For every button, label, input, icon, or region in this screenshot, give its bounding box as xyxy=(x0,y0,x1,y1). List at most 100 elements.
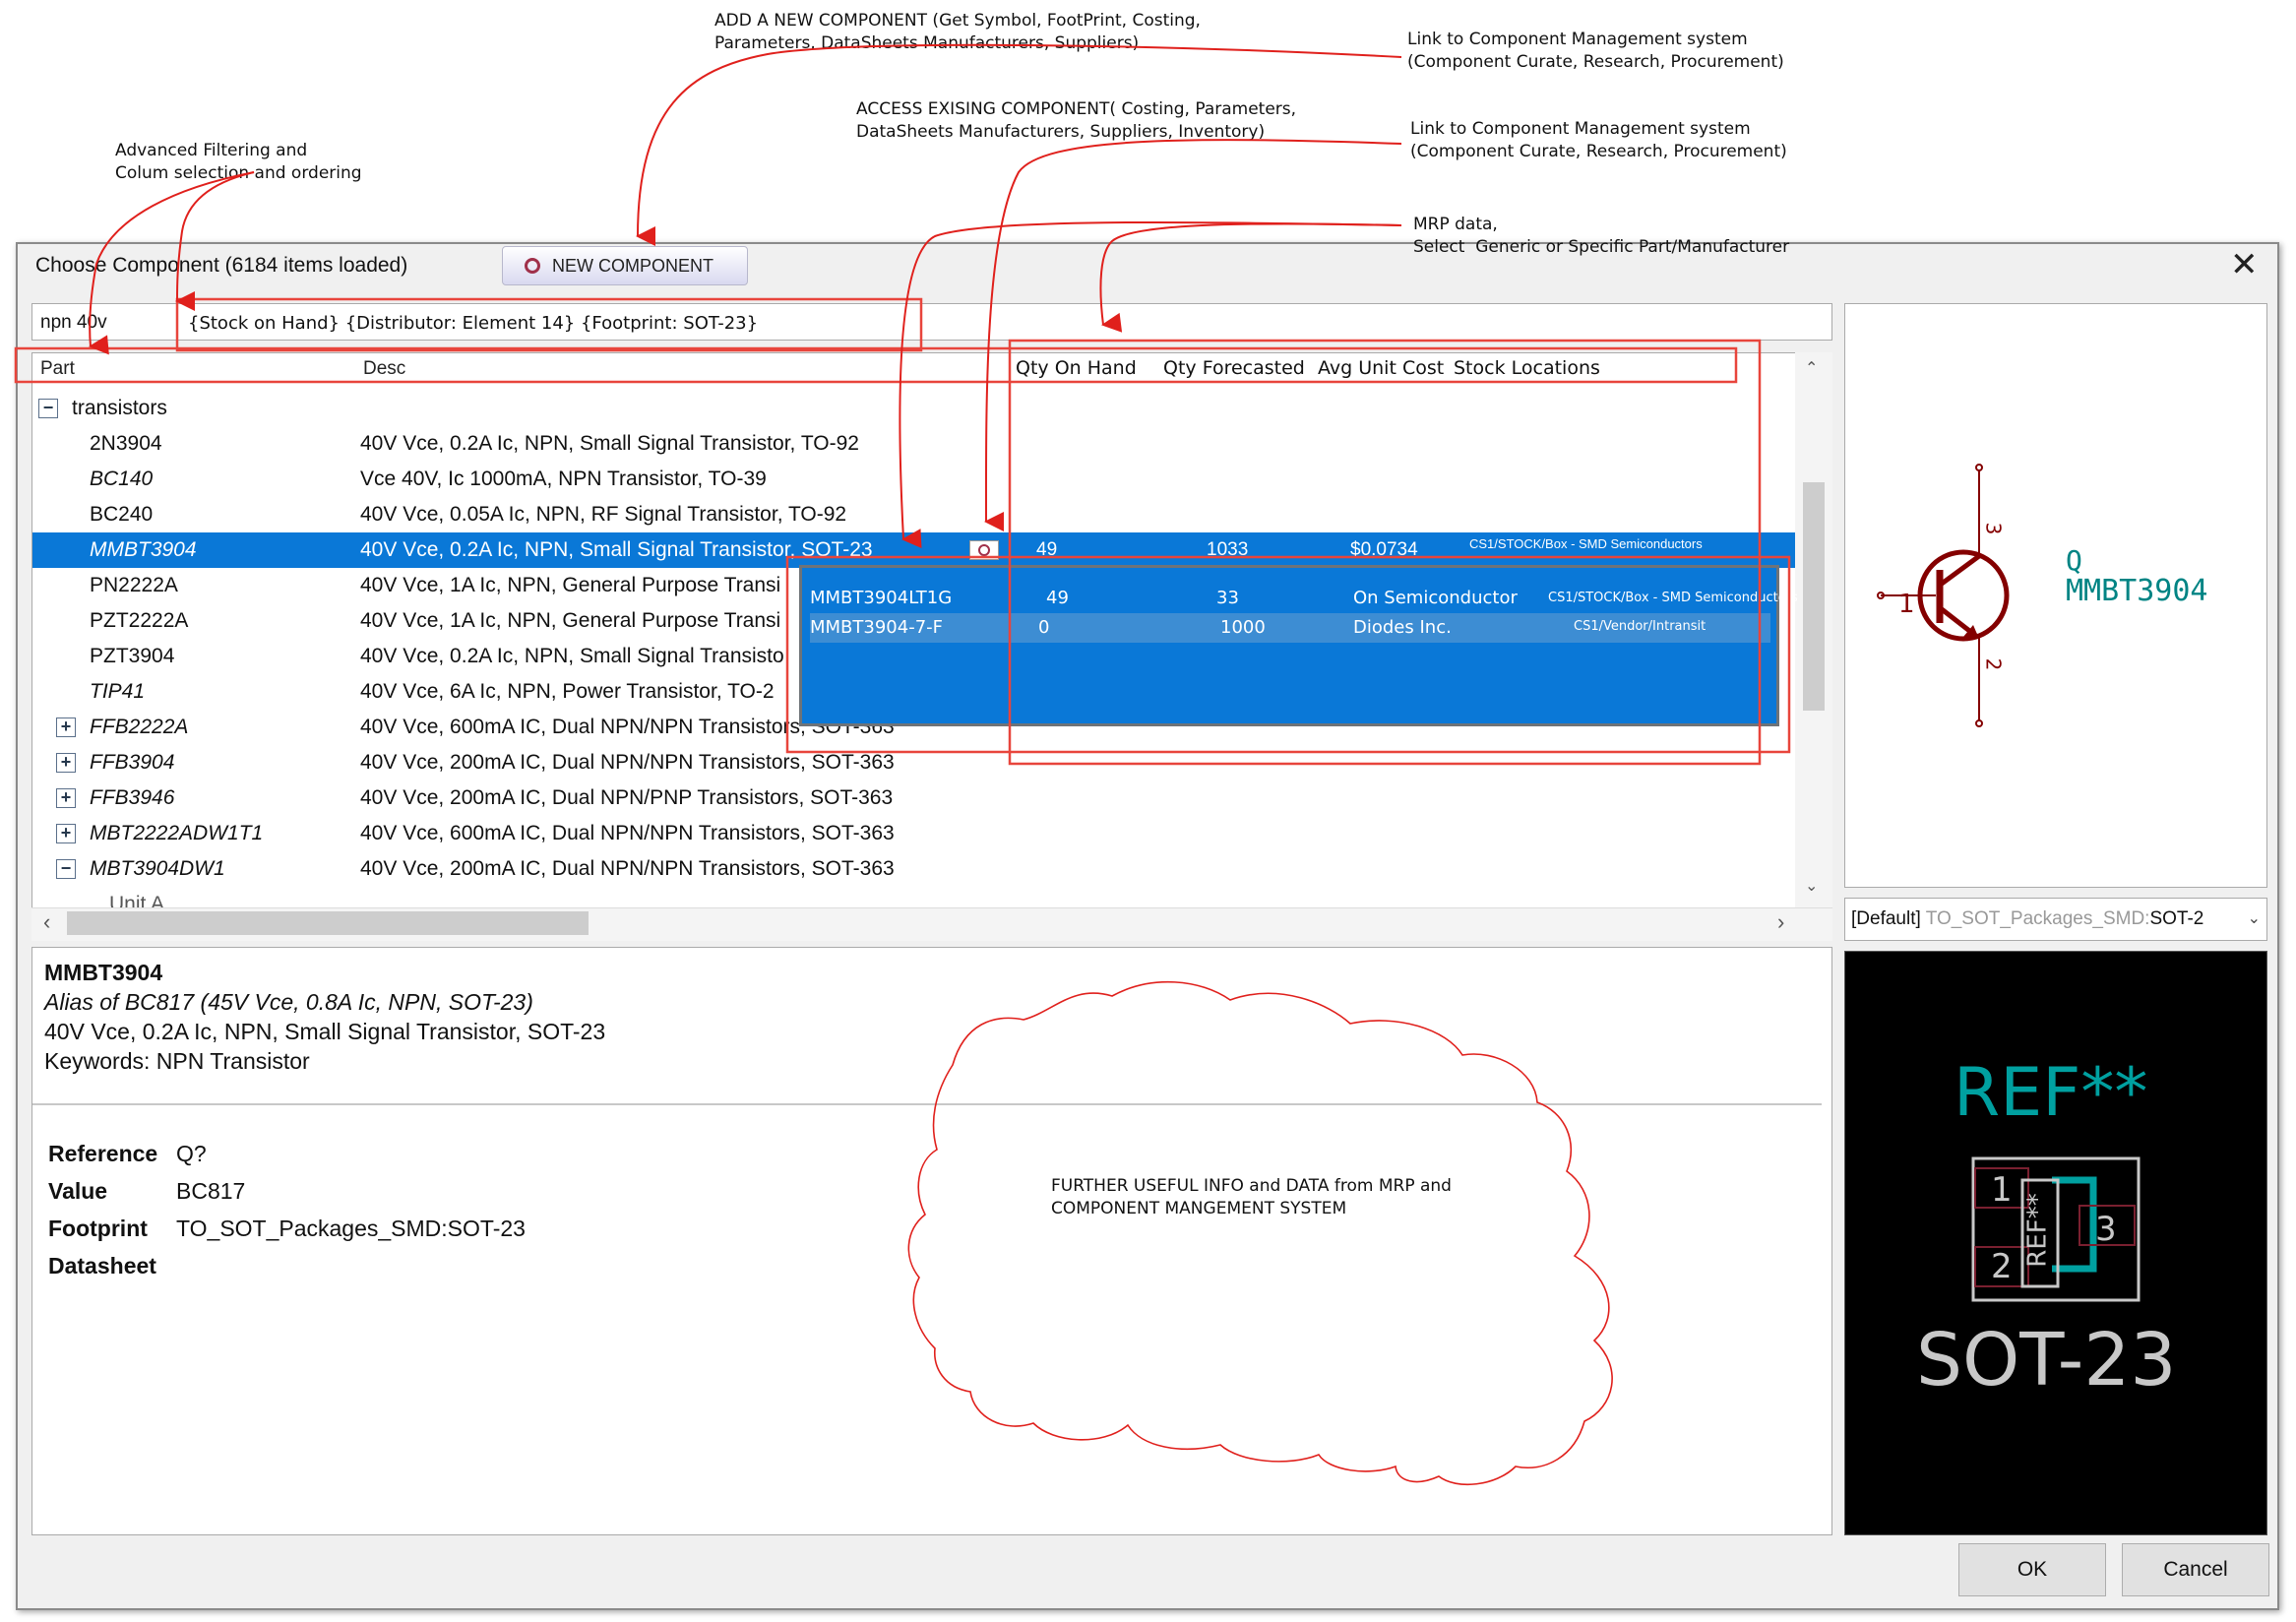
new-component-button[interactable]: NEW COMPONENT xyxy=(502,246,748,285)
part-name: BC140 xyxy=(90,468,154,490)
popup-manufacturer: Diodes Inc. xyxy=(1353,617,1452,638)
footprint-name: SOT-23 xyxy=(1916,1318,2177,1403)
footprint-outline-icon xyxy=(1971,1156,2141,1302)
annotation-link-cms-2: Link to Component Management system (Com… xyxy=(1410,119,1787,161)
pad-1-number: 1 xyxy=(1991,1170,2013,1210)
popup-mpn: MMBT3904LT1G xyxy=(810,588,953,608)
annotation-advanced-filtering: Advanced Filtering and Colum selection a… xyxy=(115,141,362,183)
table-row[interactable]: BC140 Vce 40V, Ic 1000mA, NPN Transistor… xyxy=(32,462,1798,497)
scroll-left-icon[interactable]: ‹ xyxy=(43,909,50,935)
popup-row[interactable]: MMBT3904-7-F 0 1000 Diodes Inc. CS1/Vend… xyxy=(810,613,1770,643)
cloud-annotation-text: FURTHER USEFUL INFO and DATA from MRP an… xyxy=(1051,1176,1452,1218)
scroll-down-icon[interactable]: ⌄ xyxy=(1805,876,1818,896)
chevron-down-icon: ⌄ xyxy=(2247,910,2261,927)
scroll-right-icon[interactable]: › xyxy=(1777,909,1784,935)
table-row[interactable]: + FFB3904 40V Vce, 200mA IC, Dual NPN/NP… xyxy=(32,745,1798,780)
column-header-stock-locations[interactable]: Stock Locations xyxy=(1454,357,1600,379)
reference-label: Reference xyxy=(48,1141,158,1166)
part-name: FFB3946 xyxy=(90,786,175,809)
stock-location: CS1/STOCK/Box - SMD Semiconductors xyxy=(1469,536,1703,551)
part-name: 2N3904 xyxy=(90,432,162,455)
table-row[interactable]: − MBT3904DW1 40V Vce, 200mA IC, Dual NPN… xyxy=(32,851,1798,887)
part-name: BC240 xyxy=(90,503,154,526)
new-component-label: NEW COMPONENT xyxy=(552,255,714,276)
details-alias: Alias of BC817 (45V Vce, 0.8A Ic, NPN, S… xyxy=(44,989,533,1015)
popup-qty: 49 xyxy=(1046,588,1069,608)
table-row-selected[interactable]: MMBT3904 40V Vce, 0.2A Ic, NPN, Small Si… xyxy=(32,532,1798,568)
annotation-access-existing: ACCESS EXISING COMPONENT( Costing, Param… xyxy=(856,99,1297,142)
pin-1-number: 1 xyxy=(1898,590,1915,619)
group-label: transistors xyxy=(72,397,167,419)
circle-icon xyxy=(978,544,990,556)
collapse-icon[interactable]: − xyxy=(56,859,76,879)
expand-icon[interactable]: + xyxy=(56,824,76,843)
part-desc: 40V Vce, 200mA IC, Dual NPN/NPN Transist… xyxy=(360,751,895,774)
horizontal-scroll-thumb[interactable] xyxy=(67,911,589,935)
mrp-popup[interactable]: MMBT3904LT1G 49 33 On Semiconductor CS1/… xyxy=(799,565,1798,726)
details-name: MMBT3904 xyxy=(44,960,163,985)
expand-icon[interactable]: + xyxy=(56,788,76,808)
part-desc: 40V Vce, 0.2A Ic, NPN, Small Signal Tran… xyxy=(360,645,784,667)
expand-icon[interactable]: + xyxy=(56,717,76,737)
value-value: BC817 xyxy=(176,1178,246,1204)
column-header-avg-unit-cost[interactable]: Avg Unit Cost xyxy=(1318,357,1444,379)
footprint-select-lib: TO_SOT_Packages_SMD: xyxy=(1925,908,2150,929)
part-desc: 40V Vce, 1A Ic, NPN, General Purpose Tra… xyxy=(360,574,781,596)
part-desc: 40V Vce, 200mA IC, Dual NPN/PNP Transist… xyxy=(360,786,894,809)
popup-forecast: 1000 xyxy=(1220,617,1266,638)
part-desc: 40V Vce, 600mA IC, Dual NPN/NPN Transist… xyxy=(360,822,895,844)
part-name: PZT3904 xyxy=(90,645,175,667)
collapse-icon[interactable]: − xyxy=(38,399,58,418)
table-row[interactable]: + FFB3946 40V Vce, 200mA IC, Dual NPN/PN… xyxy=(32,780,1798,816)
part-name: PZT2222A xyxy=(90,609,189,632)
scroll-up-icon[interactable]: ⌃ xyxy=(1805,358,1818,378)
footprint-value: TO_SOT_Packages_SMD:SOT-23 xyxy=(176,1216,526,1241)
search-value: npn 40v xyxy=(40,312,107,333)
table-row[interactable]: 2N3904 40V Vce, 0.2A Ic, NPN, Small Sign… xyxy=(32,426,1798,462)
details-description: 40V Vce, 0.2A Ic, NPN, Small Signal Tran… xyxy=(44,1019,606,1044)
part-name: MMBT3904 xyxy=(90,538,197,561)
symbol-preview: 1 3 2 Q MMBT3904 xyxy=(1844,303,2267,888)
popup-forecast: 33 xyxy=(1216,588,1239,608)
column-header-qty-forecasted[interactable]: Qty Forecasted xyxy=(1163,357,1305,379)
footprint-select[interactable]: [Default] TO_SOT_Packages_SMD:SOT-2 ⌄ xyxy=(1844,898,2267,941)
search-input[interactable]: npn 40v {Stock on Hand} {Distributor: El… xyxy=(31,303,1832,341)
part-name: FFB3904 xyxy=(90,751,175,774)
part-name: FFB2222A xyxy=(90,716,189,738)
details-panel: MMBT3904 Alias of BC817 (45V Vce, 0.8A I… xyxy=(31,947,1832,1535)
footprint-preview: REF** 1 2 3 REF** SOT-23 xyxy=(1844,951,2267,1535)
popup-mpn: MMBT3904-7-F xyxy=(810,617,944,638)
popup-row[interactable]: MMBT3904LT1G 49 33 On Semiconductor CS1/… xyxy=(810,584,1798,613)
popup-location: CS1/Vendor/Intransit xyxy=(1574,619,1706,634)
filter-tags[interactable]: {Stock on Hand} {Distributor: Element 14… xyxy=(188,313,758,334)
details-divider xyxy=(32,1103,1822,1105)
annotation-mrp-data: MRP data, Select Generic or Specific Par… xyxy=(1413,215,1790,257)
expand-mrp-button[interactable] xyxy=(969,540,999,560)
avg-unit-cost: $0.0734 xyxy=(1350,539,1418,560)
column-header-qty-on-hand[interactable]: Qty On Hand xyxy=(1016,357,1137,379)
popup-manufacturer: On Semiconductor xyxy=(1353,588,1518,608)
table-row[interactable]: BC240 40V Vce, 0.05A Ic, NPN, RF Signal … xyxy=(32,497,1798,532)
column-header-part[interactable]: Part xyxy=(40,358,75,380)
popup-location: CS1/STOCK/Box - SMD Semiconductors xyxy=(1548,591,1798,605)
annotation-link-cms-1: Link to Component Management system (Com… xyxy=(1407,30,1784,72)
table-row[interactable]: + MBT2222ADW1T1 40V Vce, 600mA IC, Dual … xyxy=(32,816,1798,851)
vertical-scroll-thumb[interactable] xyxy=(1803,482,1825,711)
column-header-desc[interactable]: Desc xyxy=(363,358,405,380)
part-name: MBT3904DW1 xyxy=(90,857,225,880)
details-keywords: Keywords: NPN Transistor xyxy=(44,1048,310,1074)
qty-forecasted: 1033 xyxy=(1207,539,1249,560)
cancel-button[interactable]: Cancel xyxy=(2122,1543,2269,1596)
part-desc: 40V Vce, 200mA IC, Dual NPN/NPN Transist… xyxy=(360,857,895,880)
tree-group-row[interactable]: − transistors xyxy=(32,391,1798,426)
symbol-value: MMBT3904 xyxy=(2066,574,2208,608)
footprint-select-name: SOT-2 xyxy=(2149,908,2204,929)
expand-icon[interactable]: + xyxy=(56,753,76,773)
circle-icon xyxy=(525,258,540,274)
datasheet-label: Datasheet xyxy=(48,1253,156,1279)
symbol-ref: Q xyxy=(2066,544,2082,577)
popup-qty: 0 xyxy=(1038,617,1050,638)
part-desc: 40V Vce, 0.2A Ic, NPN, Small Signal Tran… xyxy=(360,432,859,455)
close-button[interactable]: ✕ xyxy=(2230,248,2259,281)
ok-button[interactable]: OK xyxy=(1958,1543,2106,1596)
